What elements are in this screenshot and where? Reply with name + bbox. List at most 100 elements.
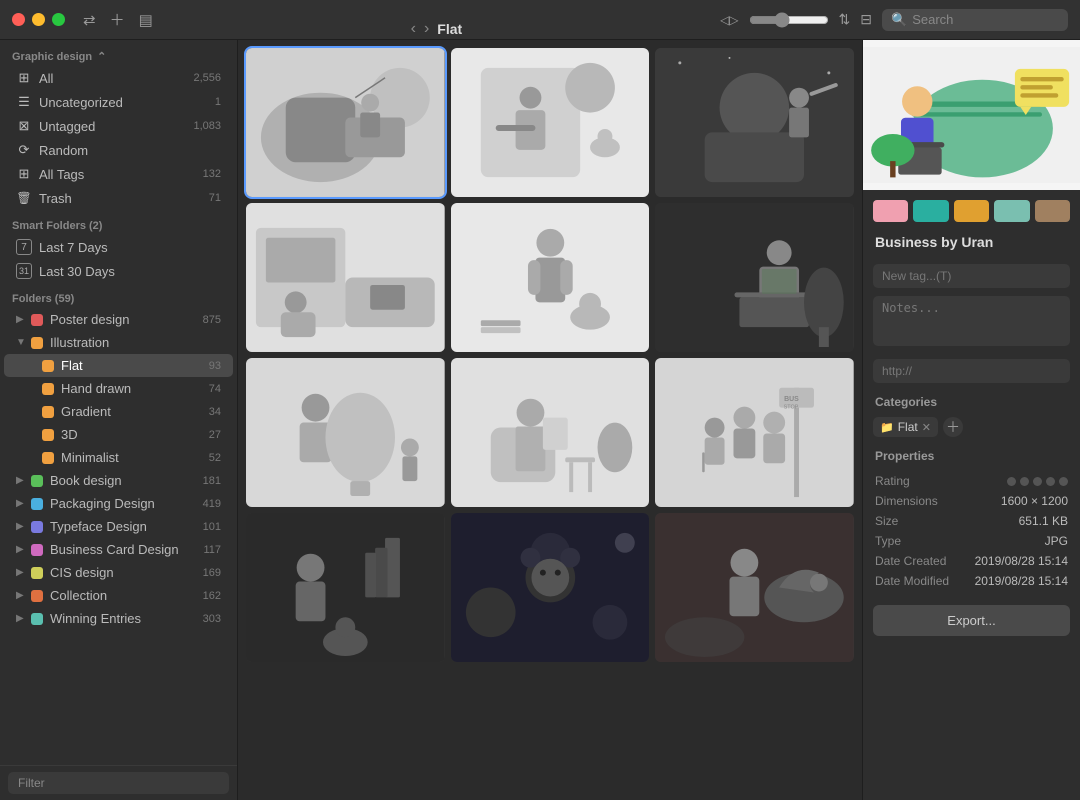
palette-color-3[interactable]: [954, 200, 989, 222]
sidebar-item-uncategorized[interactable]: ☰ Uncategorized 1: [4, 90, 233, 114]
content-area: BUS STOP: [238, 40, 862, 800]
sidebar-item-last7[interactable]: 7 Last 7 Days: [4, 235, 233, 259]
grid-item[interactable]: [451, 203, 650, 352]
palette-color-2[interactable]: [913, 200, 948, 222]
sidebar-item-3d[interactable]: 3D 27: [4, 423, 233, 446]
search-box[interactable]: 🔍: [882, 9, 1068, 31]
palette-color-5[interactable]: [1035, 200, 1070, 222]
panels-icon[interactable]: ▤: [139, 11, 153, 29]
folder-color-minimalist: [42, 452, 54, 464]
expand-collection-icon: ▶: [16, 590, 28, 601]
sort-icon[interactable]: ⇅: [839, 11, 851, 28]
grid-item[interactable]: [451, 358, 650, 507]
sidebar-item-poster[interactable]: ▶ Poster design 875: [4, 308, 233, 331]
sidebar-item-minimalist[interactable]: Minimalist 52: [4, 446, 233, 469]
grid-item[interactable]: BUS STOP: [655, 358, 854, 507]
expand-icon: ▶: [16, 314, 28, 325]
filter-icon[interactable]: ⊟: [860, 11, 872, 28]
sidebar: Graphic design ⌃ ⊞ All 2,556 ☰ Uncategor…: [0, 40, 238, 800]
prop-date-modified: Date Modified 2019/08/28 15:14: [875, 571, 1068, 591]
folder-color-gradient: [42, 406, 54, 418]
last7-icon: 7: [16, 239, 32, 255]
random-icon: ⟳: [16, 142, 32, 158]
expand-businesscard-icon: ▶: [16, 544, 28, 555]
alltags-icon: ⊞: [16, 166, 32, 182]
preview-image: [863, 40, 1080, 190]
grid-item[interactable]: [246, 48, 445, 197]
folder-color-book: [31, 475, 43, 487]
sidebar-item-flat[interactable]: Flat 93: [4, 354, 233, 377]
folder-color-winning: [31, 613, 43, 625]
sidebar-item-all[interactable]: ⊞ All 2,556: [4, 66, 233, 90]
close-button[interactable]: [12, 13, 25, 26]
palette-color-1[interactable]: [873, 200, 908, 222]
expand-cis-icon: ▶: [16, 567, 28, 578]
maximize-button[interactable]: [52, 13, 65, 26]
color-palette: [863, 190, 1080, 228]
rating-dot-3[interactable]: [1033, 477, 1042, 486]
filter-input[interactable]: [8, 772, 229, 794]
last30-icon: 31: [16, 263, 32, 279]
sidebar-item-untagged[interactable]: ⊠ Untagged 1,083: [4, 114, 233, 138]
rating-dots[interactable]: [1007, 474, 1068, 488]
add-icon[interactable]: ＋: [110, 9, 125, 30]
add-category-button[interactable]: ＋: [943, 417, 963, 437]
expand-book-icon: ▶: [16, 475, 28, 486]
sidebar-item-last30[interactable]: 31 Last 30 Days: [4, 259, 233, 283]
grid-item[interactable]: [655, 48, 854, 197]
minimize-button[interactable]: [32, 13, 45, 26]
folder-color-poster: [31, 314, 43, 326]
sidebar-item-handdrawn[interactable]: Hand drawn 74: [4, 377, 233, 400]
sidebar-item-random[interactable]: ⟳ Random: [4, 138, 233, 162]
url-input[interactable]: [873, 359, 1070, 383]
rating-dot-1[interactable]: [1007, 477, 1016, 486]
search-input[interactable]: [912, 12, 1052, 27]
grid-item[interactable]: [246, 513, 445, 662]
sidebar-filter: [0, 765, 237, 800]
sidebar-item-winning[interactable]: ▶ Winning Entries 303: [4, 607, 233, 630]
uncategorized-icon: ☰: [16, 94, 32, 110]
folder-color-flat: [42, 360, 54, 372]
swap-icon[interactable]: ⇄: [83, 11, 96, 29]
right-panel: Business by Uran Categories 📁 Flat ✕ ＋ P…: [862, 40, 1080, 800]
svg-text:BUS: BUS: [784, 396, 799, 403]
sidebar-item-bookdesign[interactable]: ▶ Book design 181: [4, 469, 233, 492]
grid-item[interactable]: [655, 203, 854, 352]
titlebar-nav-icons: ⇄ ＋ ▤: [83, 9, 153, 30]
titlebar-right: ◁▷ ⇅ ⊟ 🔍: [720, 9, 1068, 31]
sidebar-item-cis[interactable]: ▶ CIS design 169: [4, 561, 233, 584]
trash-icon: 🗑: [16, 190, 32, 206]
sidebar-item-gradient[interactable]: Gradient 34: [4, 400, 233, 423]
nav-back[interactable]: ‹: [411, 20, 416, 38]
rating-dot-2[interactable]: [1020, 477, 1029, 486]
grid-item[interactable]: [246, 358, 445, 507]
tag-input[interactable]: [873, 264, 1070, 288]
zoom-slider[interactable]: [749, 12, 829, 28]
rating-dot-4[interactable]: [1046, 477, 1055, 486]
main-layout: Graphic design ⌃ ⊞ All 2,556 ☰ Uncategor…: [0, 40, 1080, 800]
image-grid: BUS STOP: [238, 40, 862, 800]
folder-color-typeface: [31, 521, 43, 533]
grid-item[interactable]: [246, 203, 445, 352]
grid-item[interactable]: [655, 513, 854, 662]
folder-name: Flat: [437, 21, 462, 37]
prop-rating: Rating: [875, 471, 1068, 491]
sidebar-item-alltags[interactable]: ⊞ All Tags 132: [4, 162, 233, 186]
folder-color-businesscard: [31, 544, 43, 556]
grid-item[interactable]: [451, 513, 650, 662]
tag-remove-button[interactable]: ✕: [922, 421, 931, 434]
sidebar-item-illustration[interactable]: ▼ Illustration: [4, 331, 233, 354]
notes-textarea[interactable]: [873, 296, 1070, 346]
sidebar-item-businesscard[interactable]: ▶ Business Card Design 117: [4, 538, 233, 561]
nav-forward[interactable]: ›: [424, 20, 429, 38]
category-tag-flat[interactable]: 📁 Flat ✕: [873, 417, 938, 437]
properties-label: Properties: [863, 441, 1080, 467]
sidebar-item-typeface[interactable]: ▶ Typeface Design 101: [4, 515, 233, 538]
sidebar-item-trash[interactable]: 🗑 Trash 71: [4, 186, 233, 210]
sidebar-item-collection[interactable]: ▶ Collection 162: [4, 584, 233, 607]
palette-color-4[interactable]: [994, 200, 1029, 222]
export-button[interactable]: Export...: [873, 605, 1070, 636]
rating-dot-5[interactable]: [1059, 477, 1068, 486]
sidebar-item-packaging[interactable]: ▶ Packaging Design 419: [4, 492, 233, 515]
grid-item[interactable]: [451, 48, 650, 197]
